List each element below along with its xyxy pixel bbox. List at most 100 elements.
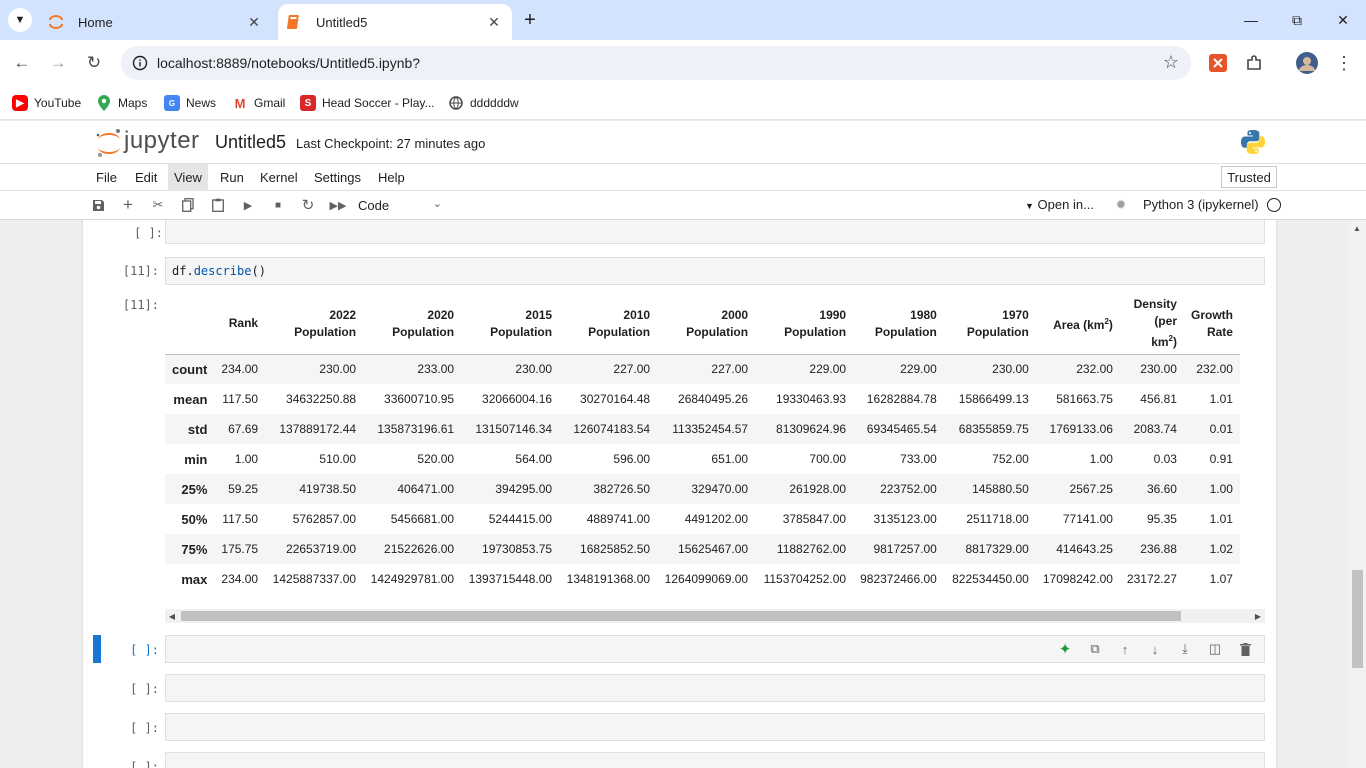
forward-arrow-icon[interactable]: →	[46, 51, 70, 75]
bookmark-ddddddw[interactable]: ddddddw	[448, 92, 519, 114]
paste-clipboard-icon[interactable]	[208, 195, 228, 215]
table-row: 75% 175.75 22653719.00 21522626.00 19730853.…	[165, 534, 1240, 564]
scroll-left-icon[interactable]: ◀	[165, 609, 179, 623]
describe-output: Rank 2022 Population 2020 Population 2015 P…	[165, 294, 1265, 594]
tab-search-chevron-icon[interactable]: ▼	[8, 8, 32, 32]
table-cell: 1.01	[1209, 512, 1233, 526]
browser-tab-bar: ▼ Home ✕ Untitled5 ✕ + — ⧉ ✕	[0, 0, 1366, 40]
save-icon[interactable]	[88, 195, 108, 215]
active-code-cell-input[interactable]: ✦ ⧉ ↑ ↓ ⤓ ◫	[165, 635, 1265, 663]
code-cell-input[interactable]	[165, 674, 1265, 702]
chrome-menu-icon[interactable]: ⋮	[1333, 52, 1355, 74]
bookmark-news[interactable]: G News	[164, 92, 216, 114]
bookmark-gmail[interactable]: M Gmail	[232, 92, 286, 114]
code-cell-input[interactable]	[165, 713, 1265, 741]
menu-settings[interactable]: Settings	[308, 164, 367, 191]
menu-kernel[interactable]: Kernel	[254, 164, 304, 191]
close-window-icon[interactable]: ✕	[1320, 0, 1366, 40]
table-cell: 414643.25	[1056, 542, 1113, 556]
insert-below-icon[interactable]: ◫	[1204, 638, 1226, 660]
code-cell-input[interactable]: df.describe()	[165, 257, 1265, 285]
restart-run-all-fast-forward-icon[interactable]: ▶▶	[328, 195, 348, 215]
table-cell: 1393715448.00	[468, 572, 553, 586]
code-cell-input[interactable]	[165, 752, 1265, 768]
menu-view[interactable]: View	[168, 164, 208, 191]
table-cell: 406471.00	[397, 482, 455, 496]
jupyter-logo[interactable]: jupyter	[94, 127, 204, 159]
bookmark-label: YouTube	[34, 96, 82, 110]
scrollbar-thumb[interactable]	[1352, 570, 1363, 668]
code-text: df.describe()	[172, 264, 266, 278]
table-row: count 234.00 230.00 233.00 230.00 227.00 227.0…	[165, 354, 1240, 384]
close-tab-icon[interactable]: ✕	[484, 12, 504, 32]
notebook-title[interactable]: Untitled5	[215, 132, 286, 153]
code-cell-input[interactable]	[165, 220, 1265, 244]
insert-above-icon[interactable]: ⤓	[1174, 638, 1196, 660]
column-header: 2010 Population	[588, 307, 651, 339]
table-row: 50% 117.50 5762857.00 5456681.00 5244415.00 4…	[165, 504, 1240, 534]
copy-icon[interactable]	[178, 195, 198, 215]
ai-sparkle-icon[interactable]: ✦	[1054, 638, 1076, 660]
scroll-up-icon[interactable]: ▲	[1353, 224, 1361, 233]
table-cell: 11882762.00	[776, 542, 847, 556]
move-up-arrow-icon[interactable]: ↑	[1114, 638, 1136, 660]
trusted-indicator[interactable]: Trusted	[1221, 166, 1277, 188]
menu-run[interactable]: Run	[214, 164, 250, 191]
interrupt-stop-icon[interactable]: ■	[268, 195, 288, 215]
table-cell: 1769133.06	[1049, 422, 1113, 436]
kernel-name[interactable]: Python 3 (ipykernel)	[1143, 197, 1259, 212]
page-vertical-scrollbar[interactable]: ▲	[1349, 220, 1366, 768]
table-cell: 1153704252.00	[763, 572, 847, 586]
table-cell: 1264099069.00	[664, 572, 749, 586]
new-tab-plus-icon[interactable]: +	[518, 8, 542, 32]
minimize-icon[interactable]: —	[1228, 0, 1274, 40]
cell-type-select[interactable]: Code ⌄	[358, 195, 448, 215]
open-in-dropdown[interactable]: ▼ Open in...	[1025, 197, 1094, 212]
run-cell-play-icon[interactable]: ▶	[238, 195, 258, 215]
scroll-right-icon[interactable]: ▶	[1251, 609, 1265, 623]
table-cell: 15625467.00	[678, 542, 749, 556]
table-cell: 5762857.00	[292, 512, 357, 526]
menu-edit[interactable]: Edit	[129, 164, 163, 191]
table-cell: 229.00	[900, 362, 937, 377]
extension-orange-icon[interactable]	[1207, 52, 1229, 74]
delete-cell-trash-icon[interactable]	[1234, 638, 1256, 660]
bookmark-head-soccer[interactable]: S Head Soccer - Play...	[300, 92, 435, 114]
tab-home[interactable]: Home ✕	[40, 4, 272, 40]
table-cell: 77141.00	[1062, 512, 1113, 526]
scrollbar-thumb[interactable]	[181, 611, 1181, 621]
site-info-icon[interactable]	[129, 52, 151, 74]
menu-file[interactable]: File	[90, 164, 123, 191]
bookmark-maps[interactable]: Maps	[96, 92, 147, 114]
menu-help[interactable]: Help	[372, 164, 411, 191]
table-cell: 16825852.50	[580, 542, 651, 556]
bookmark-youtube[interactable]: ▶ YouTube	[12, 92, 81, 114]
profile-avatar[interactable]	[1296, 52, 1318, 74]
youtube-icon: ▶	[12, 95, 28, 111]
move-down-arrow-icon[interactable]: ↓	[1144, 638, 1166, 660]
table-cell: 2083.74	[1133, 422, 1177, 436]
table-cell: 36.60	[1146, 482, 1177, 496]
debugger-bug-icon[interactable]: ✹	[1111, 195, 1131, 215]
address-bar[interactable]: localhost:8889/notebooks/Untitled5.ipynb…	[121, 46, 1191, 80]
bookmark-star-icon[interactable]: ☆	[1163, 52, 1179, 73]
table-cell: 329470.00	[691, 482, 749, 496]
extensions-puzzle-icon[interactable]	[1243, 52, 1265, 74]
close-tab-icon[interactable]: ✕	[244, 12, 264, 32]
insert-cell-plus-icon[interactable]: +	[118, 195, 138, 215]
reload-icon[interactable]: ↻	[82, 51, 106, 75]
cut-scissors-icon[interactable]: ✂	[148, 195, 168, 215]
back-arrow-icon[interactable]: ←	[10, 51, 34, 75]
table-cell: 23172.27	[1126, 572, 1177, 586]
table-cell: 3135123.00	[873, 512, 937, 526]
bookmarks-bar: ▶ YouTube Maps G News M Gmail S Head Soc…	[0, 86, 1366, 120]
table-row: std 67.69 137889172.44 135873196.61 13150714…	[165, 414, 1240, 444]
table-cell: 394295.00	[495, 482, 553, 496]
table-cell: 0.91	[1209, 452, 1233, 466]
restore-icon[interactable]: ⧉	[1274, 0, 1320, 40]
output-horizontal-scrollbar[interactable]: ◀ ▶	[165, 609, 1265, 623]
bookmark-label: Head Soccer - Play...	[322, 96, 435, 110]
duplicate-cell-icon[interactable]: ⧉	[1084, 638, 1106, 660]
tab-untitled5[interactable]: Untitled5 ✕	[278, 4, 512, 40]
restart-kernel-icon[interactable]: ↻	[298, 195, 318, 215]
